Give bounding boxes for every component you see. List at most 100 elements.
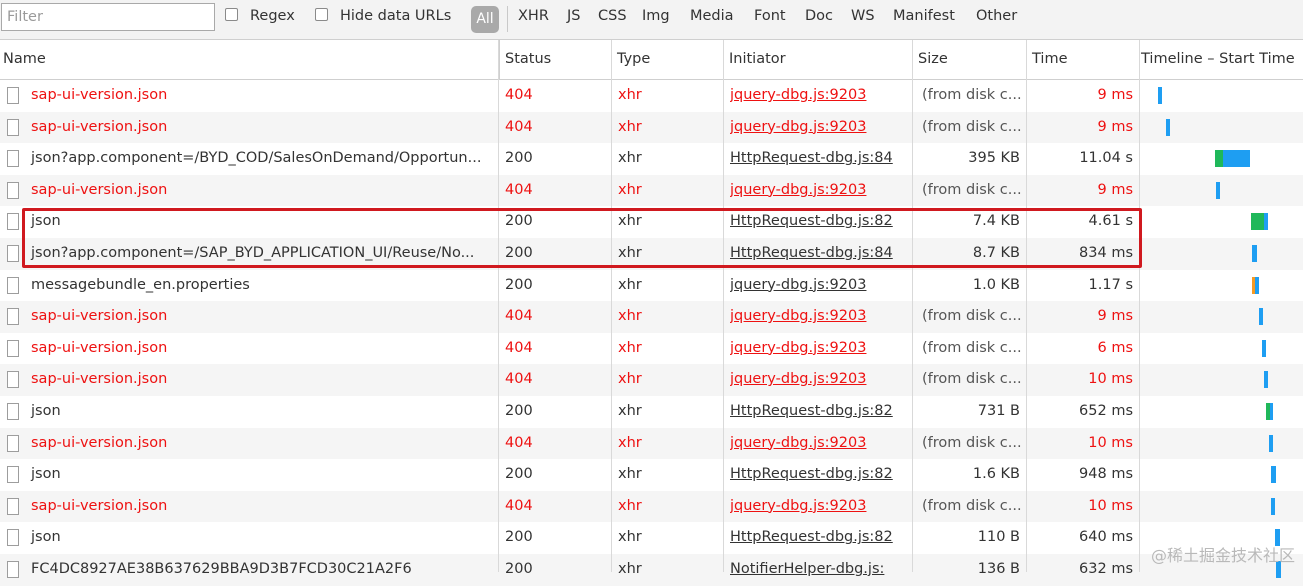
- request-time: 9 ms: [1097, 308, 1133, 325]
- request-initiator: HttpRequest-dbg.js:82: [730, 396, 910, 428]
- initiator-link[interactable]: jquery-dbg.js:9203: [730, 277, 866, 293]
- request-row[interactable]: sap-ui-version.json 404 xhr jquery-dbg.js:9…: [0, 490, 1303, 523]
- initiator-link[interactable]: jquery-dbg.js:9203: [730, 87, 866, 103]
- filter-css-button[interactable]: CSS: [598, 8, 627, 24]
- initiator-link[interactable]: jquery-dbg.js:9203: [730, 340, 866, 356]
- filter-all-button[interactable]: All: [471, 6, 499, 33]
- request-time: 6 ms: [1097, 339, 1133, 356]
- request-size: (from disk c...: [922, 434, 1022, 451]
- column-header-time[interactable]: Time: [1026, 40, 1139, 79]
- timeline-bar: [1264, 371, 1268, 389]
- column-divider: [498, 40, 499, 572]
- column-header-timeline[interactable]: Timeline – Start Time: [1139, 40, 1303, 79]
- request-row[interactable]: json 200 xhr HttpRequest-dbg.js:82 1.6 KB 948…: [0, 459, 1303, 491]
- timeline-bar: [1252, 244, 1257, 262]
- timeline-bar: [1215, 150, 1223, 168]
- request-row[interactable]: sap-ui-version.json 404 xhr jquery-dbg.js:9…: [0, 364, 1303, 396]
- column-header-type[interactable]: Type: [611, 40, 723, 79]
- file-icon: [7, 371, 19, 389]
- filter-ws-button[interactable]: WS: [851, 8, 875, 24]
- initiator-link[interactable]: HttpRequest-dbg.js:84: [730, 150, 893, 166]
- toolbar-divider: [507, 6, 508, 32]
- request-type: xhr: [618, 466, 642, 483]
- request-type: xhr: [618, 118, 642, 135]
- request-size: (from disk c...: [922, 497, 1022, 514]
- request-row[interactable]: FC4DC8927AE38B637629BBA9D3B7FCD30C21A2F6…: [0, 553, 1303, 586]
- filter-doc-button[interactable]: Doc: [805, 8, 833, 24]
- request-initiator: jquery-dbg.js:9203: [730, 270, 910, 302]
- hide-data-urls-checkbox[interactable]: [315, 8, 328, 21]
- initiator-link[interactable]: jquery-dbg.js:9203: [730, 119, 866, 135]
- initiator-link[interactable]: HttpRequest-dbg.js:82: [730, 403, 893, 419]
- request-row[interactable]: sap-ui-version.json 404 xhr jquery-dbg.js:9…: [0, 301, 1303, 333]
- request-name: json: [31, 466, 61, 483]
- initiator-link[interactable]: NotifierHelper-dbg.js:: [730, 561, 884, 577]
- request-size: (from disk c...: [922, 87, 1022, 103]
- request-type: xhr: [618, 276, 642, 293]
- request-status: 200: [505, 276, 533, 293]
- request-name-cell: FC4DC8927AE38B637629BBA9D3B7FCD30C21A2F6: [0, 554, 498, 586]
- request-initiator: jquery-dbg.js:9203: [730, 112, 910, 144]
- initiator-link[interactable]: HttpRequest-dbg.js:82: [730, 529, 893, 545]
- request-time: 1.17 s: [1088, 276, 1133, 293]
- request-row[interactable]: sap-ui-version.json 404 xhr jquery-dbg.js:9…: [0, 111, 1303, 144]
- request-name: json?app.component=/SAP_BYD_APPLICATION_…: [31, 244, 475, 261]
- request-type: xhr: [618, 560, 642, 577]
- request-name-cell: json: [0, 459, 498, 491]
- request-row[interactable]: sap-ui-version.json 404 xhr jquery-dbg.js:9…: [0, 174, 1303, 207]
- request-name: sap-ui-version.json: [31, 434, 168, 451]
- regex-checkbox[interactable]: [225, 8, 238, 21]
- column-divider: [912, 40, 913, 572]
- initiator-link[interactable]: HttpRequest-dbg.js:82: [730, 213, 893, 229]
- request-type: xhr: [618, 213, 642, 230]
- timeline-bar: [1270, 402, 1273, 420]
- filter-js-button[interactable]: JS: [567, 8, 580, 24]
- request-size: 395 KB: [968, 150, 1020, 167]
- request-row[interactable]: json?app.component=/BYD_COD/SalesOnDeman…: [0, 143, 1303, 175]
- filter-font-button[interactable]: Font: [754, 8, 786, 24]
- file-icon: [7, 308, 19, 326]
- request-name-cell: json?app.component=/SAP_BYD_APPLICATION_…: [0, 238, 498, 270]
- request-row[interactable]: json 200 xhr HttpRequest-dbg.js:82 731 B 652 …: [0, 396, 1303, 428]
- filter-media-button[interactable]: Media: [690, 8, 734, 24]
- initiator-link[interactable]: jquery-dbg.js:9203: [730, 308, 866, 324]
- request-status: 404: [505, 308, 533, 325]
- column-header-status[interactable]: Status: [499, 40, 611, 79]
- request-name-cell: sap-ui-version.json: [0, 301, 498, 333]
- filter-other-button[interactable]: Other: [976, 8, 1017, 24]
- request-row[interactable]: json 200 xhr HttpRequest-dbg.js:82 110 B 640 …: [0, 522, 1303, 554]
- request-row[interactable]: sap-ui-version.json 404 xhr jquery-dbg.js:9…: [0, 333, 1303, 365]
- filter-xhr-button[interactable]: XHR: [518, 8, 549, 24]
- request-row[interactable]: sap-ui-version.json 404 xhr jquery-dbg.js:9…: [0, 80, 1303, 112]
- initiator-link[interactable]: HttpRequest-dbg.js:84: [730, 245, 893, 261]
- column-header-initiator[interactable]: Initiator: [723, 40, 912, 79]
- column-divider: [1026, 40, 1027, 572]
- initiator-link[interactable]: jquery-dbg.js:9203: [730, 498, 866, 514]
- initiator-link[interactable]: jquery-dbg.js:9203: [730, 371, 866, 387]
- filter-input[interactable]: [1, 3, 215, 31]
- filter-manifest-button[interactable]: Manifest: [893, 8, 955, 24]
- column-divider: [1139, 40, 1140, 572]
- request-row[interactable]: sap-ui-version.json 404 xhr jquery-dbg.js:9…: [0, 427, 1303, 460]
- request-row[interactable]: json 200 xhr HttpRequest-dbg.js:82 7.4 KB 4.6…: [0, 206, 1303, 238]
- filter-img-button[interactable]: Img: [642, 8, 670, 24]
- request-name-cell: sap-ui-version.json: [0, 364, 498, 396]
- initiator-link[interactable]: HttpRequest-dbg.js:82: [730, 466, 893, 482]
- request-row[interactable]: json?app.component=/SAP_BYD_APPLICATION_…: [0, 237, 1303, 270]
- request-size: (from disk c...: [922, 181, 1022, 198]
- column-header-size[interactable]: Size: [912, 40, 1026, 79]
- initiator-link[interactable]: jquery-dbg.js:9203: [730, 435, 866, 451]
- request-name-cell: json?app.component=/BYD_COD/SalesOnDeman…: [0, 143, 498, 175]
- initiator-link[interactable]: jquery-dbg.js:9203: [730, 182, 866, 198]
- request-status: 200: [505, 150, 533, 167]
- column-header-name[interactable]: Name: [0, 40, 498, 79]
- request-row[interactable]: messagebundle_en.properties 200 xhr jquery-…: [0, 270, 1303, 302]
- request-initiator: jquery-dbg.js:9203: [730, 301, 910, 333]
- hide-data-urls-label: Hide data URLs: [340, 8, 452, 24]
- file-icon: [7, 466, 19, 484]
- request-size: (from disk c...: [922, 118, 1022, 135]
- request-type: xhr: [618, 308, 642, 325]
- timeline-bar: [1264, 213, 1268, 231]
- request-status: 200: [505, 213, 533, 230]
- request-name: sap-ui-version.json: [31, 87, 168, 103]
